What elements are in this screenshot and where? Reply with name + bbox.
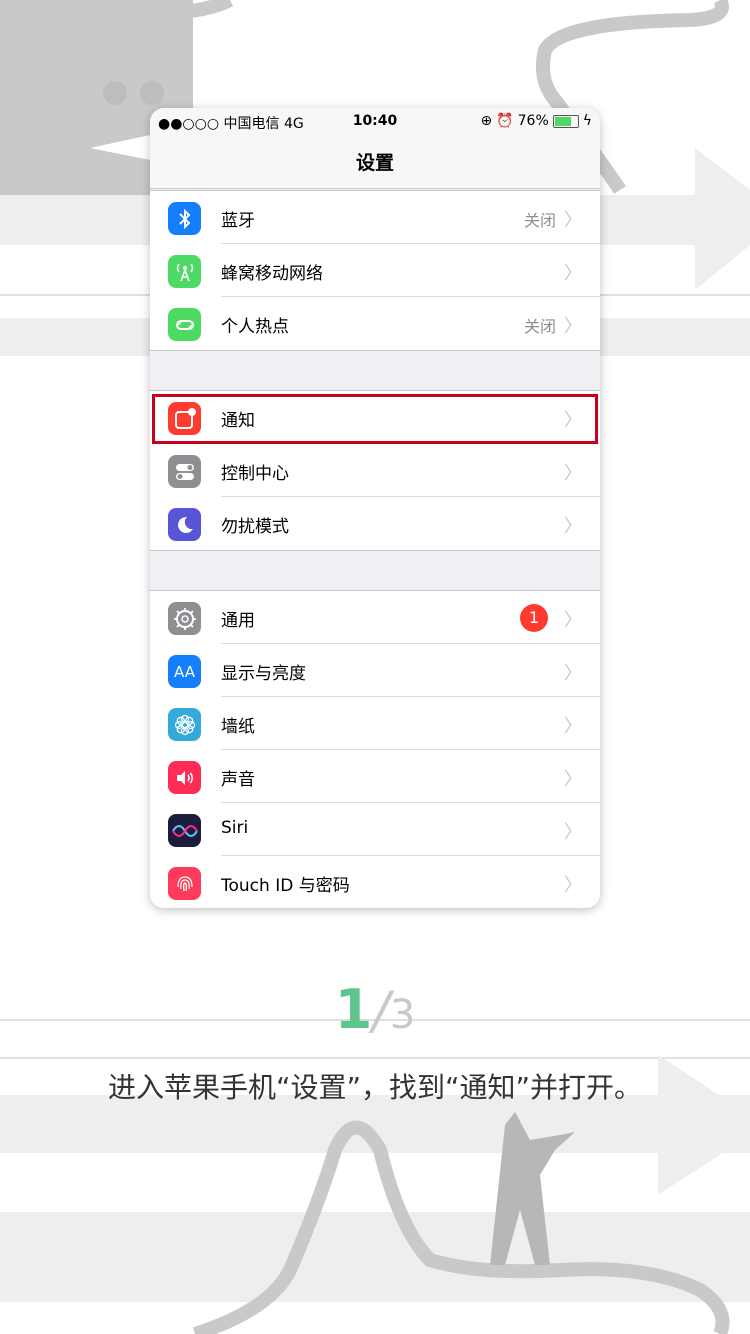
instruction-caption: 进入苹果手机“设置”，找到“通知”并打开。	[107, 1071, 643, 1104]
fingerprint-icon	[168, 867, 201, 900]
row-value: 关闭	[523, 317, 556, 336]
chevron-right-icon: 〉	[564, 516, 582, 537]
settings-group-alerts: 通知 〉 控制中心 〉 勿扰模式 〉	[150, 390, 600, 551]
display-icon-text: AA	[174, 662, 195, 681]
gear-icon	[168, 602, 201, 635]
chevron-right-icon: 〉	[564, 875, 582, 896]
sound-icon	[168, 761, 201, 794]
settings-group-connectivity: 蓝牙 关闭 〉 蜂窝移动网络 〉 个人热点 关闭 〉	[150, 190, 600, 351]
settings-group-general: 通用 1 〉 AA 显示与亮度 〉 墙纸 〉 声音 〉 Siri 〉 Touch…	[150, 590, 600, 908]
page-title: 设置	[355, 152, 394, 174]
chevron-right-icon: 〉	[564, 716, 582, 737]
settings-row-cellular[interactable]: 蜂窝移动网络 〉	[150, 244, 600, 297]
row-label: 控制中心	[221, 464, 289, 484]
settings-row-hotspot[interactable]: 个人热点 关闭 〉	[150, 297, 600, 350]
status-bar: ●●○○○ 中国电信 4G 10:40 ⊕ ⏰ 76% ϟ	[150, 108, 600, 134]
row-label: 蜂窝移动网络	[221, 264, 323, 284]
settings-row-touch-id[interactable]: Touch ID 与密码 〉	[150, 856, 600, 908]
nav-bar: 设置	[150, 134, 600, 189]
chevron-right-icon: 〉	[564, 663, 582, 684]
chevron-right-icon: 〉	[564, 210, 582, 231]
chevron-right-icon: 〉	[564, 769, 582, 790]
wallpaper-icon	[168, 708, 201, 741]
siri-icon	[168, 814, 201, 847]
cellular-icon	[168, 255, 201, 288]
settings-row-bluetooth[interactable]: 蓝牙 关闭 〉	[150, 191, 600, 244]
settings-row-notifications[interactable]: 通知 〉	[150, 391, 600, 444]
chevron-right-icon: 〉	[564, 463, 582, 484]
settings-row-do-not-disturb[interactable]: 勿扰模式 〉	[150, 497, 600, 550]
row-label: 蓝牙	[221, 211, 255, 231]
bluetooth-icon	[168, 202, 201, 235]
row-label: 墙纸	[221, 717, 255, 737]
highlight-box	[152, 394, 598, 444]
phone-screenshot: ●●○○○ 中国电信 4G 10:40 ⊕ ⏰ 76% ϟ 设置 蓝牙 关闭 〉…	[150, 108, 600, 908]
moon-icon	[168, 508, 201, 541]
notification-badge: 1	[520, 604, 548, 632]
settings-row-control-center[interactable]: 控制中心 〉	[150, 444, 600, 497]
display-icon: AA	[168, 655, 201, 688]
status-right: ⊕ ⏰ 76% ϟ	[480, 113, 592, 129]
row-value: 关闭	[523, 211, 556, 230]
settings-row-siri[interactable]: Siri 〉	[150, 803, 600, 856]
row-label: 通用	[221, 611, 255, 631]
step-total: 3	[389, 992, 416, 1038]
battery-icon	[552, 114, 579, 128]
row-label: 显示与亮度	[221, 664, 306, 684]
step-separator: /	[372, 981, 390, 1041]
hotspot-icon	[168, 308, 201, 341]
chevron-right-icon: 〉	[564, 316, 582, 337]
rotation-lock-icon: ⊕	[480, 113, 493, 129]
chevron-right-icon: 〉	[564, 263, 582, 284]
settings-row-wallpaper[interactable]: 墙纸 〉	[150, 697, 600, 750]
step-indicator: 1/3	[0, 978, 750, 1041]
settings-row-display[interactable]: AA 显示与亮度 〉	[150, 644, 600, 697]
control-center-icon	[168, 455, 201, 488]
alarm-icon: ⏰	[496, 113, 514, 129]
chevron-right-icon: 〉	[564, 822, 582, 843]
chevron-right-icon: 〉	[564, 610, 582, 631]
settings-row-general[interactable]: 通用 1 〉	[150, 591, 600, 644]
step-current: 1	[334, 978, 373, 1041]
row-label: 声音	[221, 770, 255, 790]
battery-percent: 76%	[517, 113, 549, 129]
settings-row-sounds[interactable]: 声音 〉	[150, 750, 600, 803]
row-label: Siri	[221, 818, 249, 838]
row-label: 勿扰模式	[221, 517, 289, 537]
charging-icon: ϟ	[582, 113, 592, 129]
row-label: Touch ID 与密码	[221, 876, 350, 896]
row-label: 个人热点	[221, 317, 289, 337]
